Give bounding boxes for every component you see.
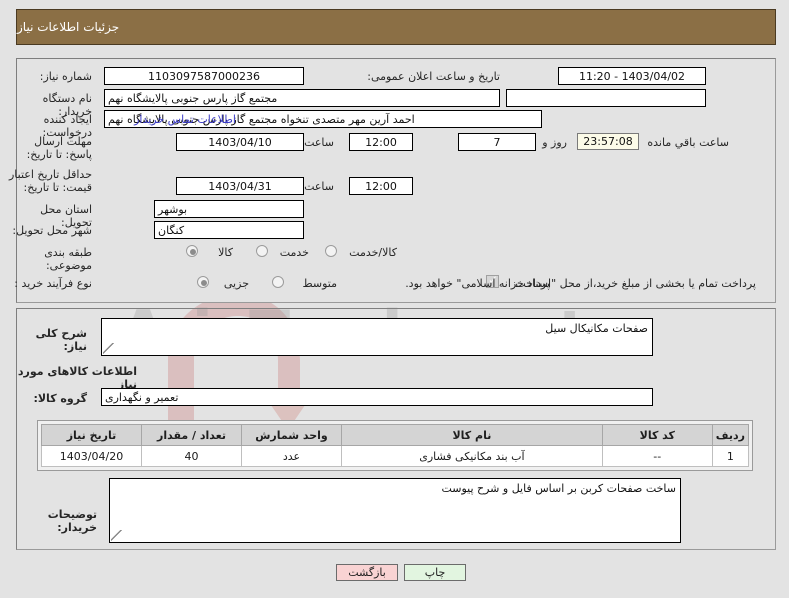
- label-response-deadline-time: ساعت: [304, 136, 334, 149]
- buyer-contact-link[interactable]: اطلاعات تماس خریدار: [134, 113, 236, 126]
- label-purchase-process: نوع فرآیند خرید :: [14, 277, 92, 290]
- th-quantity: تعداد / مقدار: [141, 424, 242, 446]
- need-number-field[interactable]: 1103097587000236: [104, 67, 304, 85]
- buyer-org-secondary-field[interactable]: [506, 89, 706, 107]
- label-delivery-city: شهر محل تحویل:: [12, 224, 92, 237]
- table-row: 1 -- آب بند مکانیکی فشاری عدد 40 1403/04…: [41, 445, 750, 467]
- radio-label-subject-khedmat: خدمت: [279, 246, 309, 259]
- label-remaining-hours: ساعت باقي مانده: [647, 136, 729, 149]
- radio-label-subject-kala-khedmat: کالا/خدمت: [349, 246, 397, 259]
- cell-need-date: 1403/04/20: [41, 445, 142, 467]
- response-deadline-date-field[interactable]: 1403/04/10: [176, 133, 304, 151]
- cell-code: --: [601, 445, 713, 467]
- label-subject-category: طبقه بندی موضوعی:: [44, 246, 92, 272]
- goods-table-container: ردیف کد کالا نام کالا واحد شمارش تعداد /…: [37, 420, 753, 471]
- goods-group-field[interactable]: تعمیر و نگهداری: [101, 388, 653, 406]
- th-unit: واحد شمارش: [241, 424, 342, 446]
- announce-datetime-field[interactable]: 1403/04/02 - 11:20: [558, 67, 706, 85]
- remaining-days-field[interactable]: 7: [458, 133, 536, 151]
- label-buyer-notes: توضیحات خریدار:: [47, 508, 97, 534]
- label-response-deadline: مهلت ارسال پاسخ: تا تاریخ:: [26, 135, 92, 161]
- radio-label-process-jozei: جزیی: [223, 277, 249, 290]
- cell-quantity: 40: [141, 445, 242, 467]
- radio-label-process-motavaset: متوسط: [302, 277, 337, 290]
- treasury-note-text: پرداخت تمام یا بخشی از مبلغ خرید،از محل …: [405, 277, 756, 290]
- label-announce-datetime: تاریخ و ساعت اعلان عمومی:: [367, 70, 500, 83]
- need-summary-textarea[interactable]: صفحات مکانیکال سیل: [101, 318, 653, 356]
- th-row: ردیف: [711, 424, 750, 446]
- cell-name: آب بند مکانیکی فشاری: [341, 445, 603, 467]
- th-name: نام کالا: [341, 424, 603, 446]
- delivery-city-field[interactable]: کنگان: [154, 221, 304, 239]
- countdown-timer: 23:57:08: [577, 133, 639, 150]
- radio-subject-kala-khedmat[interactable]: [325, 245, 337, 257]
- price-validity-time-field[interactable]: 12:00: [349, 177, 413, 195]
- page-title-text: جزئیات اطلاعات نیاز: [17, 20, 120, 34]
- label-price-validity-time: ساعت: [304, 180, 334, 193]
- back-button[interactable]: بازگشت: [336, 564, 398, 581]
- page-title: جزئیات اطلاعات نیاز: [16, 9, 776, 45]
- page-root: AriaTender.net جزئیات اطلاعات نیاز شماره…: [0, 0, 789, 598]
- radio-subject-khedmat[interactable]: [256, 245, 268, 257]
- radio-subject-kala[interactable]: [186, 245, 198, 257]
- table-header-row: ردیف کد کالا نام کالا واحد شمارش تعداد /…: [41, 424, 750, 446]
- radio-process-motavaset[interactable]: [272, 276, 284, 288]
- radio-process-jozei[interactable]: [197, 276, 209, 288]
- label-need-number: شماره نیاز:: [39, 70, 92, 83]
- goods-table: ردیف کد کالا نام کالا واحد شمارش تعداد /…: [41, 424, 750, 467]
- buyer-org-field[interactable]: مجتمع گاز پارس جنوبی پالایشگاه نهم: [104, 89, 500, 107]
- response-deadline-time-field[interactable]: 12:00: [349, 133, 413, 151]
- buyer-notes-textarea[interactable]: ساخت صفحات کربن بر اساس فایل و شرح پیوست: [109, 478, 681, 543]
- radio-label-subject-kala: کالا: [218, 246, 233, 259]
- label-remaining-days: روز و: [542, 136, 567, 149]
- th-need-date: تاریخ نیاز: [41, 424, 142, 446]
- label-goods-group: گروه کالا:: [33, 392, 87, 405]
- price-validity-date-field[interactable]: 1403/04/31: [176, 177, 304, 195]
- cell-row: 1: [711, 445, 750, 467]
- th-code: کد کالا: [601, 424, 713, 446]
- label-need-summary: شرح کلی نیاز:: [35, 327, 87, 353]
- label-price-validity: حداقل تاریخ اعتبار قیمت: تا تاریخ:: [8, 168, 92, 194]
- print-button[interactable]: چاپ: [404, 564, 466, 581]
- cell-unit: عدد: [241, 445, 342, 467]
- delivery-province-field[interactable]: بوشهر: [154, 200, 304, 218]
